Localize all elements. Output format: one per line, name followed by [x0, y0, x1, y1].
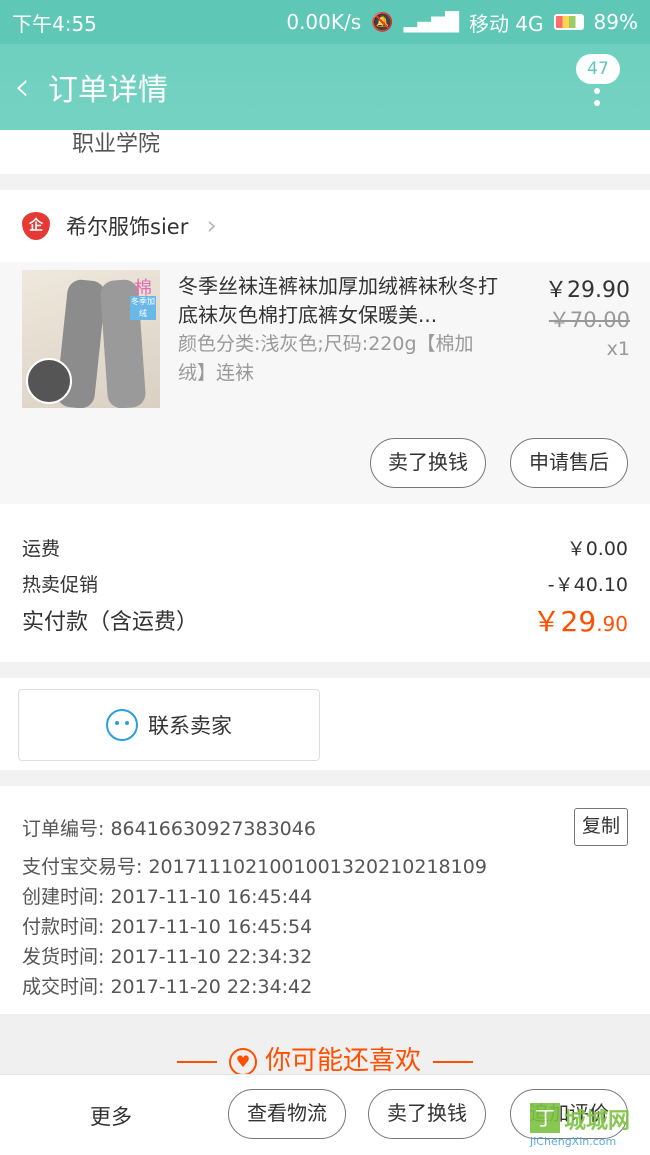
site-watermark: 丁 城城网 JiChengXin.com — [530, 1103, 646, 1149]
shipped-time: 发货时间: 2017-11-10 22:34:32 — [22, 946, 313, 968]
mute-icon: 🔕 — [371, 11, 394, 33]
contact-seller-button[interactable]: 联系卖家 — [18, 689, 320, 761]
recommend-title: 你可能还喜欢 — [264, 1046, 421, 1076]
alipay-number: 支付宝交易号: 2017111021001001320210218109 — [22, 856, 487, 878]
completed-time: 成交时间: 2017-11-20 22:34:42 — [22, 976, 313, 998]
total-row: 实付款（含运费） ￥29.90 — [22, 604, 628, 640]
divider-left — [176, 1060, 217, 1063]
chat-bubble-icon — [106, 709, 138, 741]
product-quantity: x1 — [606, 338, 630, 360]
product-original-price: ￥70.00 — [548, 308, 630, 332]
product-sku: 颜色分类:浅灰色;尺码:220g【棉加绒】连袜 — [178, 333, 474, 384]
after-sales-button[interactable]: 申请售后 — [510, 438, 628, 488]
shop-name: 希尔服饰sier — [66, 215, 189, 239]
total-value: ￥29.90 — [532, 605, 628, 638]
order-number: 订单编号: 86416630927383046 — [22, 818, 316, 840]
more-button[interactable]: 更多 — [90, 1101, 132, 1131]
divider-right — [433, 1060, 473, 1063]
battery-level: 89% — [593, 10, 638, 34]
paid-time: 付款时间: 2017-11-10 16:45:54 — [22, 916, 313, 938]
address-section: 职业学院 — [0, 130, 650, 174]
created-time: 创建时间: 2017-11-10 16:45:44 — [22, 886, 313, 908]
shipping-label: 运费 — [22, 538, 61, 560]
status-bar: 下午4:55 0.00K/s 🔕 ▂▄▆█ 移动 4G 89% — [0, 0, 650, 44]
shipping-value: ￥0.00 — [566, 538, 628, 560]
promo-value: -￥40.10 — [547, 574, 628, 596]
back-icon[interactable]: ‹ — [14, 67, 44, 107]
fee-summary: 运费 ￥0.00 热卖促销 -￥40.10 实付款（含运费） ￥29.90 — [0, 504, 650, 662]
more-menu-button[interactable]: 47 — [576, 54, 620, 124]
thumb-tag-secondary: 冬季加绒 — [130, 296, 156, 320]
address-text: 职业学院 — [72, 132, 161, 157]
watermark-text: 城城网 — [564, 1109, 631, 1134]
contact-seller-label: 联系卖家 — [148, 714, 232, 738]
shop-header[interactable]: 企 希尔服饰sier › — [0, 190, 650, 262]
product-price: ￥29.90 — [545, 278, 630, 303]
nav-bar: ‹ 订单详情 47 — [0, 44, 650, 130]
signal-icon: ▂▄▆█ — [403, 11, 459, 33]
chevron-right-icon: › — [206, 211, 217, 241]
watermark-logo: 丁 — [530, 1103, 560, 1133]
message-count-badge: 47 — [576, 54, 620, 84]
total-label: 实付款（含运费） — [22, 610, 199, 635]
heart-icon: ♥ — [228, 1047, 257, 1076]
status-time: 下午4:55 — [12, 11, 97, 36]
product-thumbnail[interactable]: 棉 冬季加绒 — [22, 270, 160, 408]
shop-badge-icon: 企 — [22, 212, 50, 240]
sell-for-cash-bottom-button[interactable]: 卖了换钱 — [368, 1089, 486, 1139]
shipping-row: 运费 ￥0.00 — [22, 534, 628, 561]
watermark-url: JiChengXin.com — [530, 1135, 617, 1148]
more-dots-icon — [594, 88, 600, 112]
carrier-label: 移动 4G — [468, 11, 544, 36]
promo-label: 热卖促销 — [22, 574, 99, 596]
battery-icon — [553, 14, 584, 30]
order-info: 订单编号: 86416630927383046 复制 支付宝交易号: 20171… — [0, 786, 650, 1014]
product-title: 冬季丝袜连裤袜加厚加绒裤袜秋冬打底袜灰色棉打底裤女保暖美... — [178, 274, 498, 327]
order-item[interactable]: 棉 冬季加绒 冬季丝袜连裤袜加厚加绒裤袜秋冬打底袜灰色棉打底裤女保暖美... 颜… — [0, 262, 650, 504]
copy-button[interactable]: 复制 — [574, 808, 628, 846]
sell-for-cash-button[interactable]: 卖了换钱 — [370, 438, 486, 488]
contact-section: 联系卖家 — [0, 678, 650, 770]
network-speed: 0.00K/s — [286, 10, 362, 34]
page-title: 订单详情 — [48, 73, 168, 108]
view-logistics-button[interactable]: 查看物流 — [228, 1089, 346, 1139]
promo-row: 热卖促销 -￥40.10 — [22, 570, 628, 597]
recommend-header: ♥ 你可能还喜欢 — [0, 1014, 650, 1076]
